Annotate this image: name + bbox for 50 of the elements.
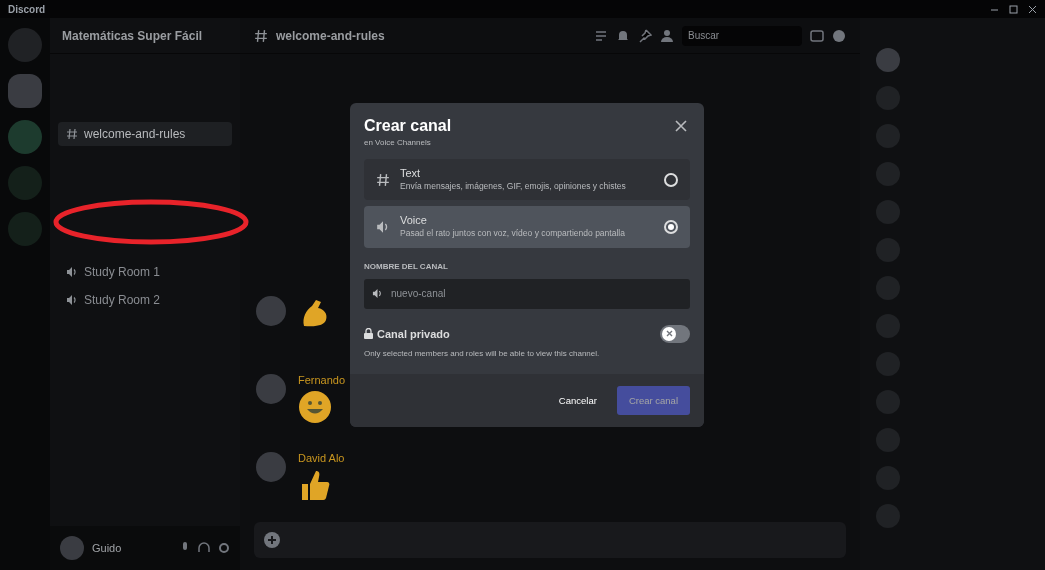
option-description: Pasad el rato juntos con voz, vídeo y compartiendo pantalla — [400, 228, 626, 240]
cancel-button[interactable]: Cancelar — [554, 390, 601, 410]
headphones-icon[interactable] — [198, 542, 210, 554]
option-description: Envía mensajes, imágenes, GIF, emojis, opiniones y chistes — [400, 181, 627, 193]
channel-item[interactable]: Study Room 2 — [58, 288, 232, 312]
hash-icon — [254, 28, 268, 43]
channel-title: welcome-and-rules — [276, 28, 386, 43]
pin-icon[interactable] — [638, 28, 652, 43]
channel-item[interactable]: Study Room 1 — [58, 260, 232, 284]
private-hint: Only selected members and roles will be able to view this channel. — [364, 348, 601, 358]
dialog-title: Crear canal — [364, 117, 452, 135]
hash-icon — [376, 172, 390, 187]
option-label: Text — [400, 167, 422, 179]
speaker-icon — [66, 266, 78, 278]
field-label: NOMBRE DEL CANAL — [364, 261, 449, 271]
maximize-icon[interactable] — [1009, 4, 1018, 14]
x-icon — [665, 330, 673, 338]
lock-icon — [364, 328, 373, 340]
private-channel-label: Canal privado — [364, 327, 450, 340]
inbox-icon[interactable] — [810, 28, 824, 43]
window-title: Discord — [8, 3, 46, 15]
user-avatar — [256, 452, 286, 482]
speaker-icon — [66, 294, 78, 306]
threads-icon[interactable] — [594, 28, 608, 43]
radio-button[interactable] — [664, 220, 678, 235]
option-label: Voice — [400, 214, 428, 227]
members-icon[interactable] — [660, 28, 674, 43]
channel-type-option[interactable]: Voice Pasad el rato juntos con voz, vídeo y compartiendo pantalla — [364, 206, 690, 248]
channel-item[interactable]: welcome-and-rules — [58, 122, 232, 146]
speaker-icon — [376, 220, 390, 235]
settings-icon[interactable] — [218, 542, 230, 554]
radio-button[interactable] — [664, 172, 678, 187]
user-avatar — [256, 374, 286, 404]
hash-icon — [66, 128, 78, 140]
user-name: Guido — [92, 542, 123, 554]
search-field[interactable]: Buscar — [682, 25, 802, 46]
add-icon[interactable] — [264, 532, 280, 548]
user-avatar — [256, 296, 286, 326]
user-avatar — [60, 536, 84, 560]
private-toggle[interactable] — [660, 324, 690, 343]
speaker-icon — [372, 288, 383, 300]
message-author: Fernando — [298, 374, 346, 386]
bell-icon[interactable] — [616, 28, 630, 43]
server-name[interactable]: Matemáticas Super Fácil — [62, 28, 203, 43]
smiley-emoji — [298, 390, 332, 424]
member-avatar — [876, 48, 900, 72]
message-author: David Alo — [298, 452, 345, 464]
channel-type-option[interactable]: Text Envía mensajes, imágenes, GIF, emojis, opiniones y chistes — [364, 159, 690, 201]
close-icon[interactable] — [1028, 4, 1037, 14]
dialog-subtitle: en Voice Channels — [364, 138, 432, 147]
